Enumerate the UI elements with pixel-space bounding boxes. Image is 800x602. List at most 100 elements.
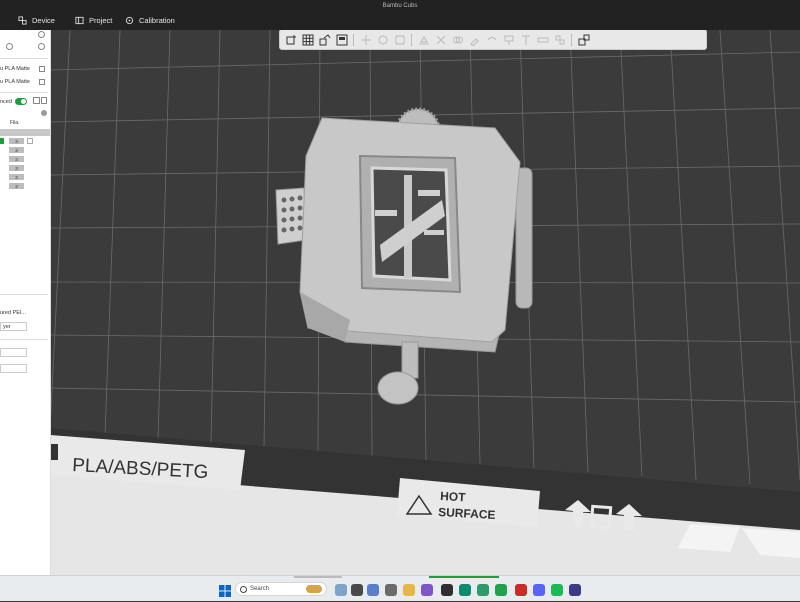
layer-label: yer — [3, 323, 11, 330]
taskbar-app-6-icon[interactable] — [569, 584, 581, 596]
split-icon — [578, 34, 589, 45]
spotify-icon[interactable] — [551, 584, 563, 596]
add-object-button[interactable] — [283, 32, 298, 47]
toolbar-separator-3 — [571, 33, 572, 46]
table-header-bar — [0, 129, 50, 136]
filament-slot-2[interactable]: 3 — [9, 147, 24, 153]
ruler-icon — [537, 37, 548, 42]
orient-icon — [319, 33, 330, 45]
lay-flat-button[interactable] — [416, 32, 431, 47]
hot-label: HOT — [440, 489, 467, 504]
split-objects-button[interactable] — [576, 32, 591, 47]
color-paint-button[interactable] — [501, 32, 516, 47]
input-field-2[interactable] — [0, 364, 27, 373]
plate-icon — [336, 34, 347, 45]
assembly-button[interactable] — [552, 32, 567, 47]
close-icon[interactable] — [41, 110, 47, 116]
filament-row-1[interactable]: u PLA Matte — [0, 64, 46, 74]
device-icon — [18, 16, 27, 25]
calibration-icon — [125, 16, 134, 25]
support-paint-button[interactable] — [467, 32, 482, 47]
filament-slot-1[interactable]: 3 — [9, 138, 24, 144]
input-field-1[interactable] — [0, 348, 27, 357]
scale-icon — [395, 35, 404, 44]
brush-icon — [469, 37, 479, 46]
move-icon — [360, 34, 371, 45]
3d-viewport[interactable]: PLA/ABS/PETG HOT SURFACE — [50, 30, 800, 575]
panel-toggle-icon[interactable] — [41, 97, 47, 104]
material-badge-icon — [50, 444, 58, 460]
tab-project-label: Project — [89, 16, 113, 25]
edge-browser-icon[interactable] — [459, 584, 471, 596]
copilot-icon[interactable] — [367, 584, 379, 596]
filament-row-2[interactable]: u PLA Matte — [0, 77, 46, 87]
surface-label: SURFACE — [438, 505, 496, 522]
settings-gear-icon[interactable] — [385, 584, 397, 596]
discord-icon[interactable] — [533, 584, 545, 596]
slot-checkbox[interactable] — [27, 138, 33, 144]
text-tool-button[interactable] — [518, 32, 533, 47]
tab-device-label: Device — [32, 16, 55, 25]
tab-device[interactable]: Device — [18, 16, 55, 25]
assembly-icon — [555, 35, 564, 44]
layer-field[interactable]: yer — [0, 322, 27, 331]
add-filament-icon[interactable] — [6, 43, 13, 50]
build-plate-scene: PLA/ABS/PETG HOT SURFACE — [50, 30, 800, 575]
boolean-tool-button[interactable] — [450, 32, 465, 47]
rotate-tool-button[interactable] — [375, 32, 390, 47]
sync-icon[interactable] — [38, 43, 45, 50]
file-explorer-icon[interactable] — [403, 584, 415, 596]
taskbar-app-3-icon[interactable] — [441, 584, 453, 596]
filament-slot-3[interactable]: 3 — [9, 156, 24, 162]
tab-calibration-label: Calibration — [139, 16, 175, 25]
settings-icon[interactable] — [38, 31, 45, 38]
move-tool-button[interactable] — [358, 32, 373, 47]
toolbar-separator — [353, 33, 354, 46]
taskbar-app-4-icon[interactable] — [477, 584, 489, 596]
tab-project[interactable]: Project — [75, 16, 112, 25]
text-icon — [521, 35, 530, 45]
task-view-icon[interactable] — [335, 584, 347, 596]
divider-3 — [0, 294, 48, 295]
divider-4 — [0, 339, 48, 340]
filament-1-name: u PLA Matte — [0, 66, 30, 72]
edit-icon-2[interactable] — [39, 79, 45, 85]
scale-tool-button[interactable] — [392, 32, 407, 47]
app-title: Bambu Cubs — [382, 3, 418, 9]
taskbar-app-1-icon[interactable] — [351, 584, 363, 596]
window-thumbnail-bar — [294, 576, 342, 578]
rotate-icon — [378, 35, 387, 44]
active-window-bar — [429, 576, 499, 578]
start-button[interactable] — [219, 584, 231, 597]
cut-tool-button[interactable] — [433, 32, 448, 47]
filament-slot-5[interactable]: 3 — [9, 174, 24, 180]
paint-icon — [504, 35, 513, 45]
windows-logo-icon — [219, 585, 231, 597]
taskbar-app-5-icon[interactable] — [515, 584, 527, 596]
seam-paint-button[interactable] — [484, 32, 499, 47]
active-slot-indicator — [0, 138, 4, 144]
measure-tool-button[interactable] — [535, 32, 550, 47]
edit-icon[interactable] — [39, 66, 45, 72]
auto-orient-button[interactable] — [317, 32, 332, 47]
grid-icon — [302, 34, 313, 45]
title-bar: Bambu Cubs Device Project Calibration — [0, 0, 800, 30]
bambu-studio-icon[interactable] — [495, 584, 507, 596]
arrange-grid-button[interactable] — [300, 32, 315, 47]
filament-slot-4[interactable]: 3 — [9, 165, 24, 171]
cube-add-icon — [286, 34, 296, 44]
boolean-icon — [452, 36, 463, 43]
advanced-label: nced — [0, 99, 12, 105]
filament-slot-6[interactable]: 3 — [9, 183, 24, 189]
tab-calibration[interactable]: Calibration — [125, 16, 175, 25]
lay-flat-icon — [418, 35, 429, 44]
taskbar-search[interactable]: Search — [235, 582, 327, 596]
divider-2 — [0, 92, 48, 93]
plate-button[interactable] — [334, 32, 349, 47]
advanced-toggle[interactable] — [15, 98, 27, 105]
plate-type-value[interactable]: ured PEI... — [0, 310, 26, 316]
filament-table-header: Fila. — [10, 120, 20, 126]
model-part[interactable] — [275, 107, 533, 405]
table-view-icon[interactable] — [33, 97, 40, 104]
taskbar-app-2-icon[interactable] — [421, 584, 433, 596]
